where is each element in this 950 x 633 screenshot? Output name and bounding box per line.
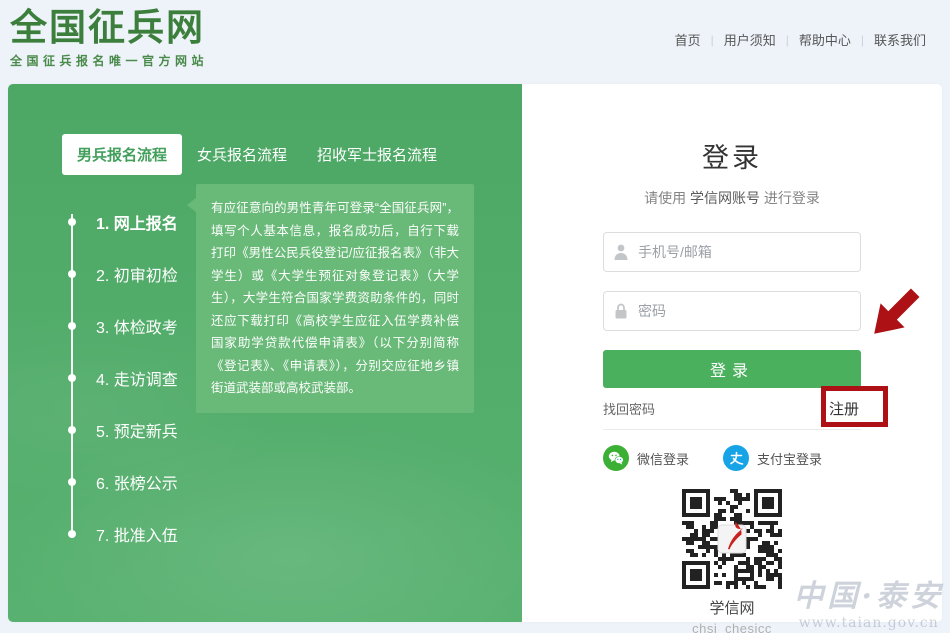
qr-block: 学信网 chsi_chesicc xyxy=(522,489,942,633)
qr-code xyxy=(682,489,782,589)
timeline-dot xyxy=(68,218,76,226)
tab-nco-process[interactable]: 招收军士报名流程 xyxy=(302,134,452,175)
timeline-dot xyxy=(68,270,76,278)
nav-contact-us[interactable]: 联系我们 xyxy=(864,30,936,49)
timeline-dot xyxy=(68,374,76,382)
logo-title: 全国征兵网 xyxy=(10,7,205,48)
main-card: 男兵报名流程 女兵报名流程 招收军士报名流程 1. 网上报名 2. 初审初检 3… xyxy=(8,84,942,633)
nav-help-center[interactable]: 帮助中心 xyxy=(789,30,861,49)
top-nav: 首页 | 用户须知 | 帮助中心 | 联系我们 xyxy=(665,30,936,49)
process-tabs: 男兵报名流程 女兵报名流程 招收军士报名流程 xyxy=(62,134,452,175)
timeline-dot xyxy=(68,530,76,538)
forgot-password-link[interactable]: 找回密码 xyxy=(603,399,655,418)
lock-icon xyxy=(615,303,627,319)
password-input[interactable] xyxy=(603,291,861,331)
login-subtitle: 请使用 学信网账号 进行登录 xyxy=(644,190,820,206)
nav-home[interactable]: 首页 xyxy=(665,30,711,49)
username-field-wrap xyxy=(603,232,861,272)
password-field-wrap xyxy=(603,291,861,331)
username-input[interactable] xyxy=(603,232,861,272)
login-title: 登录 xyxy=(702,143,762,173)
process-timeline: 1. 网上报名 2. 初审初检 3. 体检政考 4. 走访调查 5. 预定新兵 … xyxy=(68,196,178,560)
process-step-6: 6. 张榜公示 xyxy=(68,456,178,508)
alipay-login-label[interactable]: 支付宝登录 xyxy=(757,449,822,468)
wechat-icon[interactable] xyxy=(603,445,629,471)
enlistment-process-panel: 男兵报名流程 女兵报名流程 招收军士报名流程 1. 网上报名 2. 初审初检 3… xyxy=(8,84,522,622)
process-step-3: 3. 体检政考 xyxy=(68,300,178,352)
login-form: 登录 找回密码 注册 xyxy=(603,232,888,430)
process-step-2: 2. 初审初检 xyxy=(68,248,178,300)
page-header: 全国征兵网 全国征兵报名唯一官方网站 首页 | 用户须知 | 帮助中心 | 联系… xyxy=(0,0,950,84)
process-step-7: 7. 批准入伍 xyxy=(68,508,178,560)
tab-male-process[interactable]: 男兵报名流程 xyxy=(62,134,183,175)
step-description-tooltip: 有应征意向的男性青年可登录“全国征兵网”，填写个人基本信息，报名成功后，自行下载… xyxy=(187,184,474,413)
timeline-dot xyxy=(68,478,76,486)
timeline-dot xyxy=(68,426,76,434)
user-icon xyxy=(614,244,628,260)
tab-female-process[interactable]: 女兵报名流程 xyxy=(182,134,302,175)
process-step-1: 1. 网上报名 xyxy=(68,196,178,248)
wechat-login-label[interactable]: 微信登录 xyxy=(637,449,689,468)
annotation-arrow xyxy=(874,288,920,334)
login-panel: 登录 请使用 学信网账号 进行登录 登录 找回密码 注册 xyxy=(522,84,942,633)
social-login-row: 微信登录 支付宝登录 xyxy=(603,445,861,471)
process-step-5: 5. 预定新兵 xyxy=(68,404,178,456)
logo-subtitle: 全国征兵报名唯一官方网站 xyxy=(10,53,209,68)
register-link[interactable]: 注册 xyxy=(829,398,859,419)
process-step-4: 4. 走访调查 xyxy=(68,352,178,404)
nav-user-notice[interactable]: 用户须知 xyxy=(714,30,786,49)
login-button[interactable]: 登录 xyxy=(603,350,861,388)
qr-account: chsi_chesicc xyxy=(692,621,772,633)
chsi-account-link[interactable]: 学信网账号 xyxy=(690,190,760,206)
qr-caption: 学信网 xyxy=(709,600,755,617)
timeline-dot xyxy=(68,322,76,330)
alipay-icon[interactable] xyxy=(723,445,750,471)
login-links-row: 找回密码 注册 xyxy=(603,386,888,430)
site-logo[interactable]: 全国征兵网 全国征兵报名唯一官方网站 xyxy=(10,7,209,69)
